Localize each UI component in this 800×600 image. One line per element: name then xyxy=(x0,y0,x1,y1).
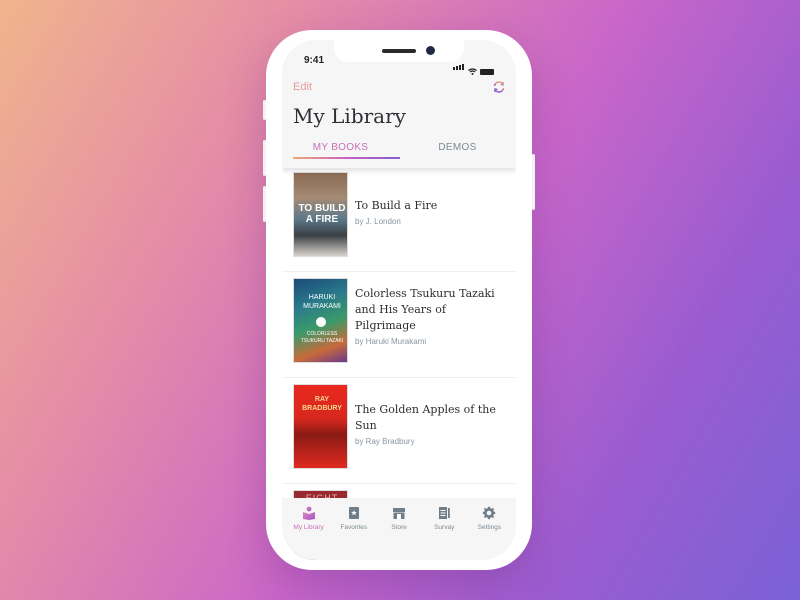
book-author: by J. London xyxy=(355,217,401,226)
book-item[interactable]: TO BUILD A FIRE To Build a Fire by J. Lo… xyxy=(282,168,516,272)
book-cover: TO BUILD A FIRE xyxy=(293,172,348,257)
status-time: 9:41 xyxy=(304,55,325,66)
tabbar-item-my-library[interactable]: My Library xyxy=(286,506,331,560)
book-cover: HARUKI MURAKAMI COLORLESS TSUKURU TAZAKI xyxy=(293,278,348,363)
battery-icon xyxy=(480,69,494,75)
volume-up-button xyxy=(263,140,266,176)
tabbar-label: My Library xyxy=(293,524,324,531)
book-item[interactable]: HARUKI MURAKAMI COLORLESS TSUKURU TAZAKI… xyxy=(282,272,516,378)
notch xyxy=(334,40,464,62)
book-info: To Build a Fire by J. London xyxy=(355,198,510,226)
app-screen: 9:41 Edit My Library MY BOOKS DEMOS TO B… xyxy=(282,40,516,560)
tabbar-item-survey[interactable]: Survay xyxy=(422,506,467,560)
tabbar-item-favorites[interactable]: Favorites xyxy=(331,506,376,560)
tabbar-label: Store xyxy=(391,524,407,531)
book-author: by Haruki Murakami xyxy=(355,337,427,346)
book-cover: RAY BRADBURY xyxy=(293,384,348,469)
active-tab-indicator xyxy=(293,157,400,159)
book-list: TO BUILD A FIRE To Build a Fire by J. Lo… xyxy=(282,168,516,560)
status-icons xyxy=(453,57,494,75)
book-title: To Build a Fire xyxy=(355,199,438,212)
cover-title: RAY BRADBURY xyxy=(302,396,342,412)
cover-title: COLORLESS TSUKURU TAZAKI xyxy=(300,331,344,344)
camera xyxy=(426,46,435,55)
book-author: by Ray Bradbury xyxy=(355,437,415,446)
tab-demos[interactable]: DEMOS xyxy=(399,140,516,162)
book-item[interactable]: RAY BRADBURY The Golden Apples of the Su… xyxy=(282,378,516,484)
book-info: The Golden Apples of the Sun by Ray Brad… xyxy=(355,402,510,446)
tabbar-item-settings[interactable]: Settings xyxy=(467,506,512,560)
book-info: Colorless Tsukuru Tazaki and His Years o… xyxy=(355,286,510,346)
tabbar-item-store[interactable]: Store xyxy=(376,506,421,560)
power-button xyxy=(532,154,535,210)
gear-icon xyxy=(483,506,496,520)
survey-icon xyxy=(439,507,451,519)
cover-title: TO BUILD A FIRE xyxy=(298,203,346,225)
wifi-icon xyxy=(468,68,477,75)
book-title: The Golden Apples of the Sun xyxy=(355,403,496,432)
tabbar-label: Survay xyxy=(434,524,455,531)
phone-frame: 9:41 Edit My Library MY BOOKS DEMOS TO B… xyxy=(263,30,535,570)
mute-switch xyxy=(263,100,266,120)
page-title: My Library xyxy=(293,104,406,128)
tabbar-label: Settings xyxy=(477,524,502,531)
cover-author: HARUKI MURAKAMI xyxy=(303,294,341,310)
cover-circle xyxy=(316,317,326,327)
tabbar-label: Favorites xyxy=(340,524,368,531)
store-icon xyxy=(393,508,405,519)
book-reader-icon xyxy=(302,506,315,520)
volume-down-button xyxy=(263,186,266,222)
speaker xyxy=(382,49,416,53)
book-title: Colorless Tsukuru Tazaki and His Years o… xyxy=(355,287,495,332)
bottom-tab-bar: My Library Favorites Store Survay Settin… xyxy=(282,498,516,560)
bookmark-star-icon xyxy=(348,507,359,519)
edit-button[interactable]: Edit xyxy=(293,81,312,93)
sync-icon[interactable] xyxy=(492,80,506,94)
